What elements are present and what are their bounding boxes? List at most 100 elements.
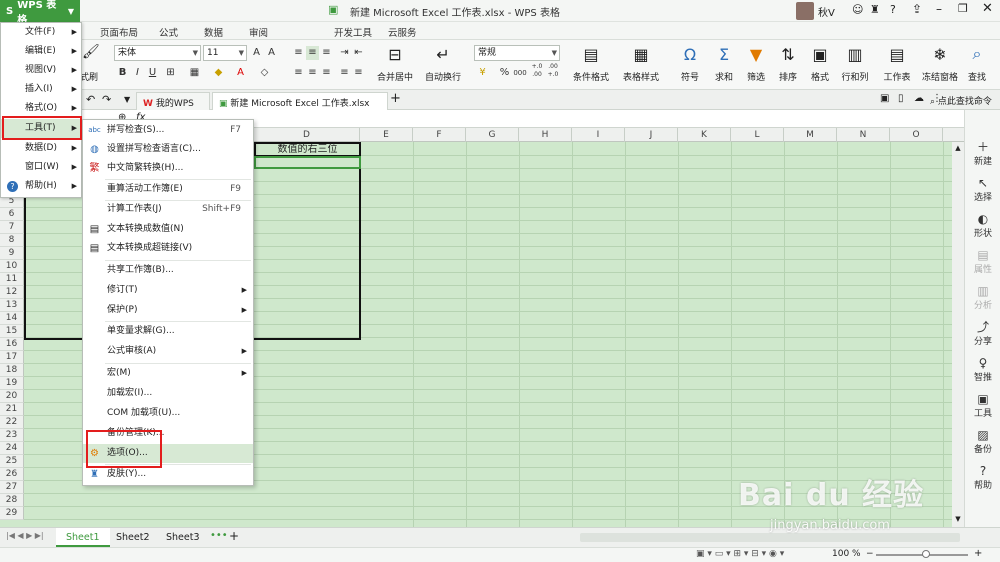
submenu-com-addins[interactable]: COM 加载项(U)... bbox=[83, 404, 253, 423]
justify-icon[interactable]: ≡ bbox=[338, 66, 351, 80]
row-header[interactable]: 27 bbox=[0, 481, 24, 494]
redo-icon[interactable]: ↷ bbox=[102, 93, 111, 106]
freeze-panes-button[interactable]: ❄ 冻结窗格 bbox=[918, 44, 962, 84]
italic-icon[interactable]: I bbox=[131, 66, 144, 80]
submenu-calc-sheet[interactable]: 计算工作表(J) Shift+F9 bbox=[83, 200, 253, 219]
submenu-text-to-number[interactable]: ▤ 文本转换成数值(N) bbox=[83, 220, 253, 239]
scroll-up-icon[interactable]: ▲ bbox=[952, 142, 964, 154]
zoom-value[interactable]: 100 % bbox=[832, 549, 861, 559]
add-sheet-icon[interactable]: + bbox=[229, 529, 239, 543]
row-header[interactable]: 25 bbox=[0, 455, 24, 468]
outdent-icon[interactable]: ⇤ bbox=[352, 46, 365, 60]
tab-my-wps[interactable]: W 我的WPS ✕ bbox=[136, 92, 210, 119]
row-header[interactable]: 16 bbox=[0, 338, 24, 351]
column-header[interactable]: K bbox=[678, 128, 731, 142]
tab-review[interactable]: 审阅 bbox=[249, 25, 268, 39]
decrease-decimal-button[interactable]: .00 +.0 bbox=[546, 63, 560, 78]
active-cell[interactable] bbox=[254, 156, 361, 169]
column-header[interactable]: E bbox=[360, 128, 413, 142]
submenu-formula-audit[interactable]: 公式审核(A) ▶ bbox=[83, 342, 253, 361]
increase-decimal-button[interactable]: +.0 .00 bbox=[530, 63, 544, 78]
upload-icon[interactable]: ⇪ bbox=[912, 2, 922, 16]
chevron-down-icon[interactable]: ▼ bbox=[124, 95, 130, 104]
column-header[interactable]: M bbox=[784, 128, 837, 142]
underline-icon[interactable]: U bbox=[146, 66, 159, 80]
sheet-tab[interactable]: Sheet3 bbox=[156, 528, 210, 547]
row-header[interactable]: 18 bbox=[0, 364, 24, 377]
menu-item-help[interactable]: ? 帮助(H) ▶ bbox=[1, 177, 81, 196]
sheet-nav-icons[interactable]: |◀ ◀ ▶ ▶| bbox=[6, 531, 44, 540]
conditional-format-button[interactable]: ▤ 条件格式 bbox=[568, 44, 614, 84]
zoom-in-icon[interactable]: + bbox=[974, 548, 982, 559]
row-header[interactable]: 14 bbox=[0, 312, 24, 325]
wps-app-button[interactable]: S WPS 表格 ▼ bbox=[0, 0, 80, 26]
row-header[interactable]: 21 bbox=[0, 403, 24, 416]
row-col-button[interactable]: ▥ 行和列 bbox=[834, 44, 876, 84]
sheet-tab[interactable]: Sheet2 bbox=[106, 528, 160, 547]
zoom-out-icon[interactable]: − bbox=[866, 549, 874, 559]
panel-help[interactable]: ? 帮助 bbox=[965, 464, 1000, 491]
align-left-icon[interactable]: ≡ bbox=[292, 66, 305, 80]
view-icons[interactable]: ▣ ▾ ▭ ▾ ⊞ ▾ ⊟ ▾ ◉ ▾ bbox=[696, 549, 784, 559]
row-header[interactable]: 22 bbox=[0, 416, 24, 429]
minimize-icon[interactable]: – bbox=[936, 2, 942, 16]
distribute-icon[interactable]: ≡ bbox=[352, 66, 365, 80]
border-icon[interactable]: ⊞ bbox=[164, 66, 177, 80]
submenu-share-workbook[interactable]: 共享工作簿(B)... bbox=[83, 261, 253, 280]
panel-tools[interactable]: ▣ 工具 bbox=[965, 392, 1000, 419]
command-search[interactable]: ⌕ 点此查找命令 bbox=[930, 94, 992, 107]
percent-button[interactable]: % bbox=[498, 66, 511, 80]
align-bottom-icon[interactable]: ≡ bbox=[320, 46, 333, 60]
submenu-spell-lang[interactable]: ◍ 设置拼写检查语言(C)... bbox=[83, 140, 253, 159]
submenu-protect[interactable]: 保护(P) ▶ bbox=[83, 301, 253, 320]
column-header[interactable]: L bbox=[731, 128, 784, 142]
sheet-tab[interactable]: Sheet1 bbox=[56, 528, 110, 547]
zoom-slider-thumb[interactable] bbox=[922, 550, 930, 558]
submenu-spell-check[interactable]: abc 拼写检查(S)... F7 bbox=[83, 121, 253, 140]
phone-icon[interactable]: ▯ bbox=[898, 93, 904, 104]
new-tab-icon[interactable]: + bbox=[390, 91, 401, 106]
font-name-select[interactable]: 宋体 ▼ bbox=[114, 45, 201, 61]
submenu-chinese-convert[interactable]: 繁中文简繁转换(H)... bbox=[83, 159, 253, 178]
skin-icon[interactable]: ☺ bbox=[852, 3, 863, 16]
row-header[interactable]: 29 bbox=[0, 507, 24, 520]
row-header[interactable]: 13 bbox=[0, 299, 24, 312]
row-header[interactable]: 17 bbox=[0, 351, 24, 364]
row-header[interactable]: 23 bbox=[0, 429, 24, 442]
currency-icon[interactable]: ¥ bbox=[476, 66, 489, 80]
shirt-icon[interactable]: ♜ bbox=[870, 3, 880, 16]
menu-item-insert[interactable]: 插入(I) ▶ bbox=[1, 80, 81, 99]
panel-select[interactable]: ↖ 选择 bbox=[965, 176, 1000, 203]
row-header[interactable]: 6 bbox=[0, 208, 24, 221]
header-cell[interactable]: 数值的右三位 bbox=[254, 142, 361, 156]
column-header[interactable]: G bbox=[466, 128, 519, 142]
number-format-select[interactable]: 常规 ▼ bbox=[474, 45, 560, 61]
submenu-text-to-link[interactable]: ▤ 文本转换成超链接(V) bbox=[83, 239, 253, 258]
user-name[interactable]: 秋V bbox=[818, 4, 835, 19]
shrink-font-icon[interactable]: A bbox=[265, 46, 278, 60]
tab-current-file[interactable]: ▣ 新建 Microsoft Excel 工作表.xlsx ✕ bbox=[212, 92, 388, 119]
row-header[interactable]: 24 bbox=[0, 442, 24, 455]
scroll-down-icon[interactable]: ▼ bbox=[952, 513, 964, 525]
undo-icon[interactable]: ↶ bbox=[86, 93, 95, 106]
panel-backup[interactable]: ▨ 备份 bbox=[965, 428, 1000, 455]
panel-properties[interactable]: ▤ 属性 bbox=[965, 248, 1000, 275]
wrap-text-button[interactable]: ↵ 自动换行 bbox=[420, 44, 466, 84]
font-color-icon[interactable]: A bbox=[234, 66, 247, 80]
more-sheets-icon[interactable]: ••• bbox=[210, 530, 228, 541]
worksheet-button[interactable]: ▤ 工作表 bbox=[876, 44, 918, 84]
comma-button[interactable]: 000 bbox=[512, 66, 528, 80]
font-size-select[interactable]: 11 ▼ bbox=[203, 45, 247, 61]
menu-item-window[interactable]: 窗口(W) ▶ bbox=[1, 158, 81, 177]
merge-small-icon[interactable]: ▦ bbox=[188, 66, 201, 80]
bold-icon[interactable]: B bbox=[116, 66, 129, 80]
panel-smart[interactable]: ♀ 智推 bbox=[965, 356, 1000, 383]
tab-developer[interactable]: 开发工具 bbox=[334, 25, 372, 39]
column-header[interactable]: N bbox=[837, 128, 890, 142]
panel-shape[interactable]: ◐ 形状 bbox=[965, 212, 1000, 239]
close-icon[interactable]: ✕ bbox=[982, 1, 993, 16]
row-header[interactable]: 15 bbox=[0, 325, 24, 338]
row-header[interactable]: 12 bbox=[0, 286, 24, 299]
restore-icon[interactable]: ❐ bbox=[958, 2, 968, 15]
submenu-recalc-workbook[interactable]: 重算活动工作簿(E) F9 bbox=[83, 180, 253, 199]
